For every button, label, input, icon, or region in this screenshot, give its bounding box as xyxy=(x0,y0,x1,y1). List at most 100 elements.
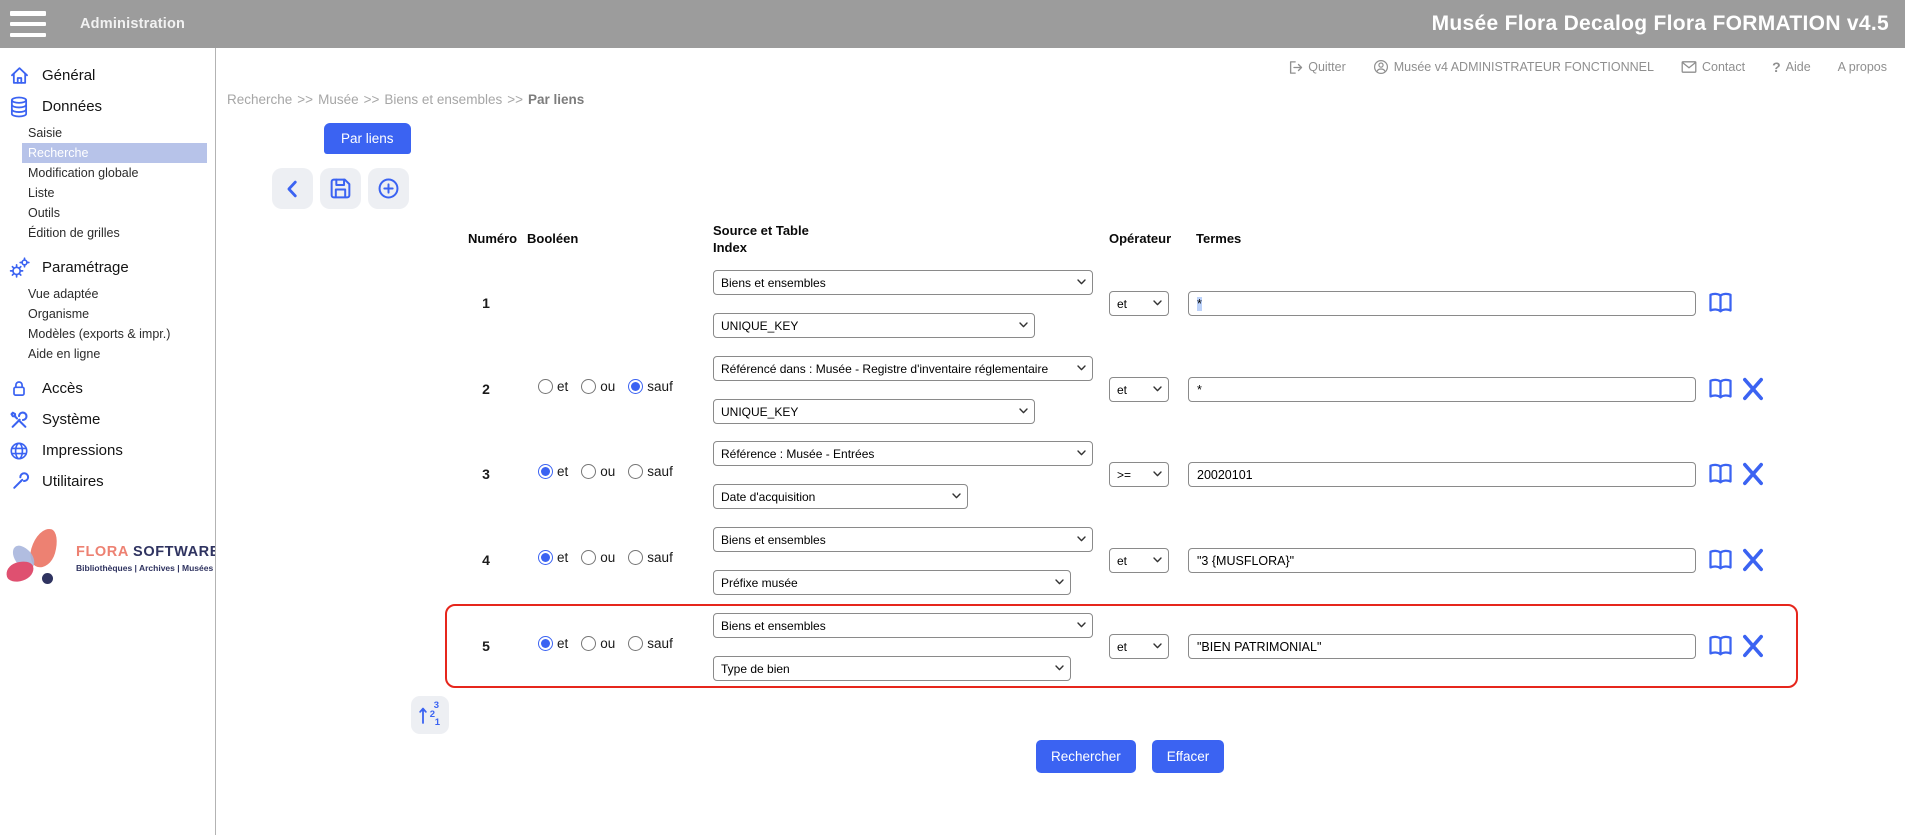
operator-select[interactable]: et xyxy=(1109,377,1169,402)
query-row-3: 3etousaufRéférence : Musée - EntréesDate… xyxy=(216,441,1816,509)
sidebar-item-outils[interactable]: Outils xyxy=(22,203,207,223)
delete-row-icon[interactable] xyxy=(1738,631,1768,661)
operator-select[interactable]: et xyxy=(1109,548,1169,573)
boolean-ou-radio-input[interactable] xyxy=(581,464,596,479)
boolean-et-radio[interactable]: et xyxy=(538,550,568,565)
sidebar-section-impressions[interactable]: Impressions xyxy=(0,435,215,466)
boolean-sauf-radio[interactable]: sauf xyxy=(628,636,673,651)
boolean-et-radio[interactable]: et xyxy=(538,636,568,651)
boolean-et-radio-input[interactable] xyxy=(538,464,553,479)
sidebar-section-acces[interactable]: Accès xyxy=(0,373,215,404)
delete-row-icon[interactable] xyxy=(1738,374,1768,404)
sidebar-section-label: Impressions xyxy=(42,442,123,459)
radio-label: sauf xyxy=(647,550,673,565)
terms-input[interactable] xyxy=(1188,462,1696,487)
boolean-radio-group: et ousauf xyxy=(538,464,673,479)
terms-input[interactable] xyxy=(1188,634,1696,659)
index-browse-book-icon[interactable] xyxy=(1705,460,1735,488)
sidebar-item-edition-de-grilles[interactable]: Édition de grilles xyxy=(22,223,207,243)
main-content: QuitterMusée v4 ADMINISTRATEUR FONCTIONN… xyxy=(216,48,1905,835)
rechercher-button[interactable]: Rechercher xyxy=(1036,740,1136,773)
sidebar-section-parametrage[interactable]: Paramétrage xyxy=(0,252,215,283)
sort-button[interactable]: 321 xyxy=(411,696,449,734)
sidebar-item-modification-globale[interactable]: Modification globale xyxy=(22,163,207,183)
boolean-et-radio-input[interactable] xyxy=(538,379,553,394)
index-select[interactable]: Date d'acquisition xyxy=(713,484,968,509)
boolean-radio-group: et ousauf xyxy=(538,379,673,394)
home-icon xyxy=(6,64,32,88)
boolean-sauf-radio-input[interactable] xyxy=(628,550,643,565)
boolean-sauf-radio[interactable]: sauf xyxy=(628,464,673,479)
radio-label: ou xyxy=(600,464,615,479)
sidebar-item-recherche[interactable]: Recherche xyxy=(22,143,207,163)
delete-row-icon[interactable] xyxy=(1738,459,1768,489)
boolean-ou-radio[interactable]: ou xyxy=(581,550,615,565)
index-select[interactable]: UNIQUE_KEY xyxy=(713,313,1035,338)
boolean-et-radio[interactable]: et xyxy=(538,464,568,479)
boolean-ou-radio[interactable]: ou xyxy=(581,636,615,651)
query-row-2: 2 et ousauf Référencé dans : Musée - Regist… xyxy=(216,356,1816,424)
source-table-select[interactable]: Référence : Musée - Entrées xyxy=(713,441,1093,466)
index-select[interactable]: Préfixe musée xyxy=(713,570,1071,595)
boolean-ou-radio[interactable]: ou xyxy=(581,379,615,394)
index-select[interactable]: Type de bien xyxy=(713,656,1071,681)
boolean-sauf-radio[interactable]: sauf xyxy=(628,379,673,394)
sidebar-section-label: Paramétrage xyxy=(42,259,129,276)
radio-label: ou xyxy=(600,636,615,651)
boolean-sauf-radio-input[interactable] xyxy=(628,379,643,394)
index-browse-book-icon[interactable] xyxy=(1705,546,1735,574)
effacer-button[interactable]: Effacer xyxy=(1152,740,1225,773)
index-browse-book-icon[interactable] xyxy=(1705,289,1735,317)
sidebar-item-organisme[interactable]: Organisme xyxy=(22,304,207,324)
sidebar-item-liste[interactable]: Liste xyxy=(22,183,207,203)
sidebar-item-modeles-exports-impr[interactable]: Modèles (exports & impr.) xyxy=(22,324,207,344)
terms-input[interactable] xyxy=(1188,377,1696,402)
source-table-select[interactable]: Biens et ensembles xyxy=(713,527,1093,552)
index-browse-book-icon[interactable] xyxy=(1705,375,1735,403)
boolean-et-radio[interactable]: et xyxy=(538,379,568,394)
source-table-select[interactable]: Référencé dans : Musée - Registre d'inve… xyxy=(713,356,1093,381)
index-browse-book-icon[interactable] xyxy=(1705,632,1735,660)
operator-select[interactable]: >= xyxy=(1109,462,1169,487)
logo-tagline: Bibliothèques | Archives | Musées xyxy=(76,563,216,573)
sidebar-section-utilitaires[interactable]: Utilitaires xyxy=(0,466,215,497)
page: Administration Musée Flora Decalog Flora… xyxy=(0,0,1905,835)
row-number: 1 xyxy=(471,295,501,311)
operator-select[interactable]: et xyxy=(1109,634,1169,659)
sidebar-section-general[interactable]: Général xyxy=(0,60,215,91)
boolean-et-radio-input[interactable] xyxy=(538,550,553,565)
radio-label: ou xyxy=(600,379,615,394)
source-table-select[interactable]: Biens et ensembles xyxy=(713,613,1093,638)
boolean-ou-radio[interactable]: ou xyxy=(581,464,615,479)
sidebar-item-saisie[interactable]: Saisie xyxy=(22,123,207,143)
boolean-et-radio-input[interactable] xyxy=(538,636,553,651)
menu-icon[interactable] xyxy=(10,11,46,37)
boolean-sauf-radio-input[interactable] xyxy=(628,464,643,479)
radio-label: et xyxy=(557,550,568,565)
radio-label: et xyxy=(557,636,568,651)
boolean-ou-radio-input[interactable] xyxy=(581,550,596,565)
boolean-radio-group: etou sauf xyxy=(538,550,673,565)
sidebar-section-label: Données xyxy=(42,98,102,115)
sidebar-item-vue-adaptee[interactable]: Vue adaptée xyxy=(22,284,207,304)
logo-brand: FLORA xyxy=(76,544,128,560)
sidebar-section-donnees[interactable]: Données xyxy=(0,91,215,122)
delete-row-icon[interactable] xyxy=(1738,545,1768,575)
source-table-select[interactable]: Biens et ensembles xyxy=(713,270,1093,295)
search-form: Numéro Booléen Source et TableIndex Opér… xyxy=(216,48,1905,835)
index-select[interactable]: UNIQUE_KEY xyxy=(713,399,1035,424)
boolean-sauf-radio[interactable]: sauf xyxy=(628,550,673,565)
logo-brand2: SOFTWARE xyxy=(133,544,216,560)
sidebar-item-aide-en-ligne[interactable]: Aide en ligne xyxy=(22,344,207,364)
sort-321-icon: 321 xyxy=(418,703,442,727)
sidebar-section-systeme[interactable]: Système xyxy=(0,404,215,435)
boolean-ou-radio-input[interactable] xyxy=(581,636,596,651)
row-number: 2 xyxy=(471,381,501,397)
operator-select[interactable]: et xyxy=(1109,291,1169,316)
boolean-sauf-radio-input[interactable] xyxy=(628,636,643,651)
boolean-ou-radio-input[interactable] xyxy=(581,379,596,394)
terms-input[interactable] xyxy=(1188,548,1696,573)
query-rows: 1Biens et ensemblesUNIQUE_KEYet2etousauf… xyxy=(216,48,1905,835)
sidebar-section-label: Système xyxy=(42,411,100,428)
terms-input[interactable] xyxy=(1188,291,1696,316)
